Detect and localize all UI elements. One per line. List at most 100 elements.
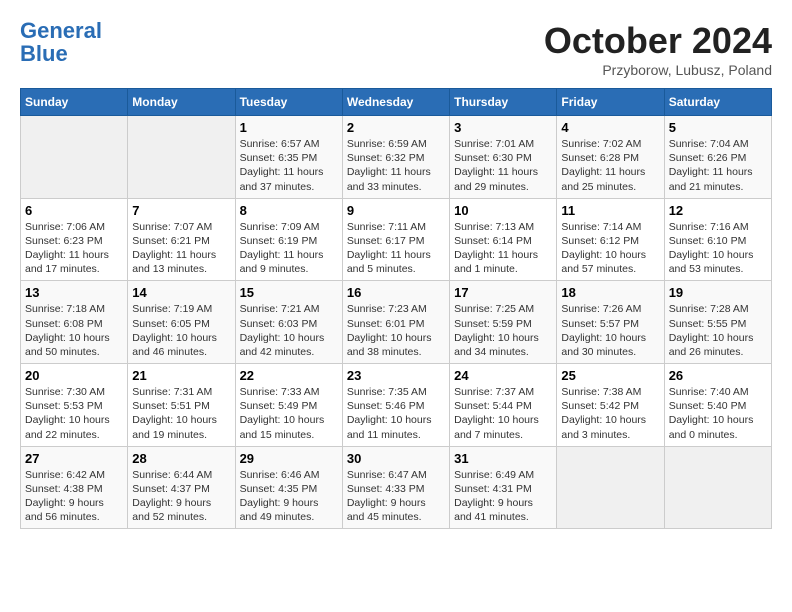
- calendar-cell: 31Sunrise: 6:49 AM Sunset: 4:31 PM Dayli…: [450, 446, 557, 529]
- day-number: 6: [25, 203, 123, 218]
- calendar-cell: [21, 116, 128, 199]
- calendar-cell: 21Sunrise: 7:31 AM Sunset: 5:51 PM Dayli…: [128, 364, 235, 447]
- header-thursday: Thursday: [450, 89, 557, 116]
- day-info: Sunrise: 6:57 AM Sunset: 6:35 PM Dayligh…: [240, 137, 338, 194]
- day-number: 11: [561, 203, 659, 218]
- day-info: Sunrise: 7:07 AM Sunset: 6:21 PM Dayligh…: [132, 220, 230, 277]
- day-number: 28: [132, 451, 230, 466]
- day-number: 3: [454, 120, 552, 135]
- day-number: 30: [347, 451, 445, 466]
- day-number: 10: [454, 203, 552, 218]
- day-number: 18: [561, 285, 659, 300]
- calendar-cell: 25 Sunrise: 7:38 AM Sunset: 5:42 PM Dayli…: [557, 364, 664, 447]
- day-info: Sunrise: 7:37 AM Sunset: 5:44 PM Dayligh…: [454, 385, 552, 442]
- calendar-cell: 5 Sunrise: 7:04 AM Sunset: 6:26 PM Daylig…: [664, 116, 771, 199]
- header-sunday: Sunday: [21, 89, 128, 116]
- page-header: General Blue October 2024 Przyborow, Lub…: [20, 20, 772, 78]
- header-tuesday: Tuesday: [235, 89, 342, 116]
- day-info: Sunrise: 7:19 AM Sunset: 6:05 PM Dayligh…: [132, 302, 230, 359]
- calendar-cell: 28 Sunrise: 6:44 AM Sunset: 4:37 PM Dayli…: [128, 446, 235, 529]
- month-year-title: October 2024: [544, 20, 772, 62]
- logo-blue-text: Blue: [20, 43, 68, 65]
- location-text: Przyborow, Lubusz, Poland: [544, 62, 772, 78]
- header-monday: Monday: [128, 89, 235, 116]
- day-number: 27: [25, 451, 123, 466]
- day-info: Sunrise: 7:02 AM Sunset: 6:28 PM Dayligh…: [561, 137, 659, 194]
- day-number: 7: [132, 203, 230, 218]
- calendar-cell: 10 Sunrise: 7:13 AM Sunset: 6:14 PM Dayli…: [450, 198, 557, 281]
- day-number: 14: [132, 285, 230, 300]
- day-number: 31: [454, 451, 552, 466]
- calendar-cell: 18 Sunrise: 7:26 AM Sunset: 5:57 PM Dayli…: [557, 281, 664, 364]
- day-info: Sunrise: 7:18 AM Sunset: 6:08 PM Dayligh…: [25, 302, 123, 359]
- calendar-cell: 24Sunrise: 7:37 AM Sunset: 5:44 PM Dayli…: [450, 364, 557, 447]
- day-number: 4: [561, 120, 659, 135]
- calendar-cell: 7 Sunrise: 7:07 AM Sunset: 6:21 PM Daylig…: [128, 198, 235, 281]
- day-info: Sunrise: 7:28 AM Sunset: 5:55 PM Dayligh…: [669, 302, 767, 359]
- calendar-cell: 4 Sunrise: 7:02 AM Sunset: 6:28 PM Daylig…: [557, 116, 664, 199]
- day-number: 29: [240, 451, 338, 466]
- calendar-cell: 23 Sunrise: 7:35 AM Sunset: 5:46 PM Dayli…: [342, 364, 449, 447]
- calendar-cell: 26Sunrise: 7:40 AM Sunset: 5:40 PM Dayli…: [664, 364, 771, 447]
- logo: General Blue: [20, 20, 102, 65]
- title-area: October 2024 Przyborow, Lubusz, Poland: [544, 20, 772, 78]
- calendar-cell: 12 Sunrise: 7:16 AM Sunset: 6:10 PM Dayli…: [664, 198, 771, 281]
- calendar-cell: 30 Sunrise: 6:47 AM Sunset: 4:33 PM Dayli…: [342, 446, 449, 529]
- day-number: 19: [669, 285, 767, 300]
- day-info: Sunrise: 7:21 AM Sunset: 6:03 PM Dayligh…: [240, 302, 338, 359]
- day-number: 23: [347, 368, 445, 383]
- day-info: Sunrise: 7:11 AM Sunset: 6:17 PM Dayligh…: [347, 220, 445, 277]
- calendar-cell: 13 Sunrise: 7:18 AM Sunset: 6:08 PM Dayli…: [21, 281, 128, 364]
- calendar-cell: 9 Sunrise: 7:11 AM Sunset: 6:17 PM Daylig…: [342, 198, 449, 281]
- day-number: 12: [669, 203, 767, 218]
- calendar-cell: 1 Sunrise: 6:57 AM Sunset: 6:35 PM Daylig…: [235, 116, 342, 199]
- calendar-cell: [557, 446, 664, 529]
- calendar-cell: 11Sunrise: 7:14 AM Sunset: 6:12 PM Dayli…: [557, 198, 664, 281]
- day-info: Sunrise: 7:33 AM Sunset: 5:49 PM Dayligh…: [240, 385, 338, 442]
- day-info: Sunrise: 6:42 AM Sunset: 4:38 PM Dayligh…: [25, 468, 123, 525]
- header-wednesday: Wednesday: [342, 89, 449, 116]
- day-number: 20: [25, 368, 123, 383]
- day-number: 2: [347, 120, 445, 135]
- calendar-cell: 16 Sunrise: 7:23 AM Sunset: 6:01 PM Dayli…: [342, 281, 449, 364]
- day-info: Sunrise: 7:23 AM Sunset: 6:01 PM Dayligh…: [347, 302, 445, 359]
- day-info: Sunrise: 7:26 AM Sunset: 5:57 PM Dayligh…: [561, 302, 659, 359]
- day-number: 8: [240, 203, 338, 218]
- day-info: Sunrise: 7:04 AM Sunset: 6:26 PM Dayligh…: [669, 137, 767, 194]
- bird-icon: [90, 0, 110, 2]
- day-info: Sunrise: 6:47 AM Sunset: 4:33 PM Dayligh…: [347, 468, 445, 525]
- day-info: Sunrise: 7:13 AM Sunset: 6:14 PM Dayligh…: [454, 220, 552, 277]
- day-info: Sunrise: 7:16 AM Sunset: 6:10 PM Dayligh…: [669, 220, 767, 277]
- day-info: Sunrise: 7:38 AM Sunset: 5:42 PM Dayligh…: [561, 385, 659, 442]
- weekday-header-row: SundayMondayTuesdayWednesdayThursdayFrid…: [21, 89, 772, 116]
- day-info: Sunrise: 7:30 AM Sunset: 5:53 PM Dayligh…: [25, 385, 123, 442]
- day-info: Sunrise: 6:44 AM Sunset: 4:37 PM Dayligh…: [132, 468, 230, 525]
- calendar-cell: 17Sunrise: 7:25 AM Sunset: 5:59 PM Dayli…: [450, 281, 557, 364]
- week-row-3: 13 Sunrise: 7:18 AM Sunset: 6:08 PM Dayli…: [21, 281, 772, 364]
- day-number: 25: [561, 368, 659, 383]
- day-number: 13: [25, 285, 123, 300]
- calendar-cell: 22 Sunrise: 7:33 AM Sunset: 5:49 PM Dayli…: [235, 364, 342, 447]
- calendar-cell: 19 Sunrise: 7:28 AM Sunset: 5:55 PM Dayli…: [664, 281, 771, 364]
- calendar-cell: 14 Sunrise: 7:19 AM Sunset: 6:05 PM Dayli…: [128, 281, 235, 364]
- day-info: Sunrise: 7:06 AM Sunset: 6:23 PM Dayligh…: [25, 220, 123, 277]
- day-number: 5: [669, 120, 767, 135]
- calendar-cell: 20 Sunrise: 7:30 AM Sunset: 5:53 PM Dayli…: [21, 364, 128, 447]
- day-number: 16: [347, 285, 445, 300]
- day-info: Sunrise: 7:35 AM Sunset: 5:46 PM Dayligh…: [347, 385, 445, 442]
- calendar-cell: [664, 446, 771, 529]
- day-info: Sunrise: 6:46 AM Sunset: 4:35 PM Dayligh…: [240, 468, 338, 525]
- day-number: 22: [240, 368, 338, 383]
- logo-text: General: [20, 18, 102, 43]
- header-saturday: Saturday: [664, 89, 771, 116]
- week-row-2: 6 Sunrise: 7:06 AM Sunset: 6:23 PM Daylig…: [21, 198, 772, 281]
- calendar-cell: [128, 116, 235, 199]
- day-info: Sunrise: 6:59 AM Sunset: 6:32 PM Dayligh…: [347, 137, 445, 194]
- day-number: 15: [240, 285, 338, 300]
- day-number: 1: [240, 120, 338, 135]
- day-info: Sunrise: 7:25 AM Sunset: 5:59 PM Dayligh…: [454, 302, 552, 359]
- calendar-cell: 3Sunrise: 7:01 AM Sunset: 6:30 PM Daylig…: [450, 116, 557, 199]
- calendar-cell: 27 Sunrise: 6:42 AM Sunset: 4:38 PM Dayli…: [21, 446, 128, 529]
- day-number: 21: [132, 368, 230, 383]
- day-number: 9: [347, 203, 445, 218]
